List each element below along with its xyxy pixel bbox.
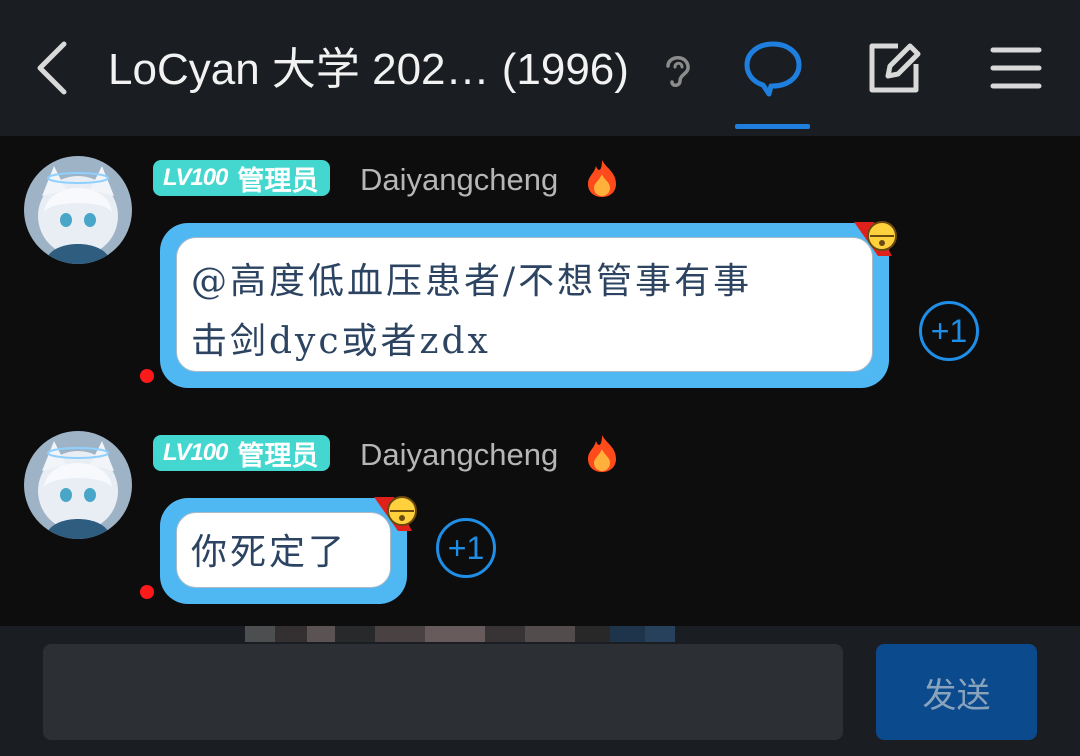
- message-text: 你死定了: [191, 523, 380, 583]
- avatar[interactable]: [24, 431, 132, 539]
- level-text: LV100: [163, 439, 228, 466]
- message-bubble[interactable]: 你死定了: [160, 498, 407, 604]
- message-bubble-inner: 你死定了: [176, 512, 391, 588]
- fire-icon: [588, 160, 616, 197]
- bell-icon: [374, 496, 417, 531]
- username[interactable]: Daiyangcheng: [360, 160, 558, 200]
- send-button[interactable]: 发送: [876, 644, 1037, 740]
- level-badge: LV100 管理员: [153, 435, 331, 471]
- message-line: @高度低血压患者/不想管事有事: [191, 261, 753, 302]
- role-text: 管理员: [237, 440, 319, 471]
- plus-one-button[interactable]: +1: [919, 301, 979, 361]
- chat-bubble-icon[interactable]: [741, 36, 805, 100]
- unread-dot: [140, 585, 154, 599]
- active-tab-indicator: [735, 124, 810, 129]
- plus-one-button[interactable]: +1: [436, 518, 496, 578]
- chevron-left-icon[interactable]: [28, 36, 78, 100]
- bell-icon: [854, 221, 897, 256]
- unread-dot: [140, 369, 154, 383]
- level-badge: LV100 管理员: [153, 160, 331, 196]
- chat-title[interactable]: LoCyan 大学 202… (1996): [108, 38, 629, 102]
- fire-icon: [588, 435, 616, 472]
- message-line: 击剑dyc或者zdx: [191, 321, 491, 362]
- avatar[interactable]: [24, 156, 132, 264]
- message-bubble-inner: @高度低血压患者/不想管事有事 击剑dyc或者zdx: [176, 237, 873, 372]
- hamburger-menu-icon[interactable]: [985, 36, 1049, 100]
- level-text: LV100: [163, 164, 228, 191]
- pixelated-image-preview: [245, 626, 715, 642]
- message-text: @高度低血压患者/不想管事有事 击剑dyc或者zdx: [191, 252, 862, 372]
- message-input[interactable]: [43, 644, 843, 740]
- message-bubble[interactable]: @高度低血压患者/不想管事有事 击剑dyc或者zdx: [160, 223, 889, 388]
- chat-header: LoCyan 大学 202… (1996): [0, 0, 1080, 136]
- ear-icon[interactable]: [660, 50, 696, 90]
- message-line: 你死定了: [191, 532, 348, 573]
- role-text: 管理员: [237, 165, 319, 196]
- edit-icon[interactable]: [862, 36, 926, 100]
- username[interactable]: Daiyangcheng: [360, 435, 558, 475]
